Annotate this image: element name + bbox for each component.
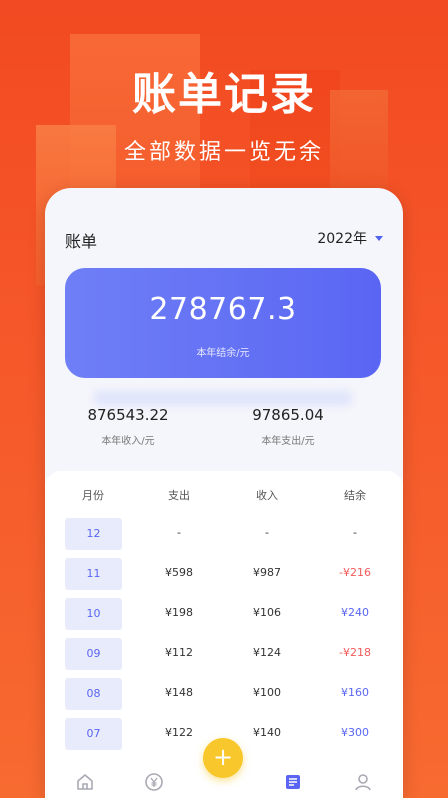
month-chip: 09 bbox=[65, 638, 122, 670]
income-cell: ¥124 bbox=[253, 646, 281, 659]
month-chip: 07 bbox=[65, 718, 122, 750]
bill-icon[interactable] bbox=[283, 772, 303, 792]
header-balance: 结余 bbox=[344, 489, 366, 502]
expense-cell: ¥598 bbox=[165, 566, 193, 579]
annual-balance-value: 278767.3 bbox=[149, 292, 297, 327]
income-label: 本年收入/元 bbox=[101, 436, 155, 447]
page-title: 账单 bbox=[65, 232, 98, 251]
year-value: 2022年 bbox=[317, 231, 367, 247]
home-icon[interactable] bbox=[75, 772, 95, 792]
income-cell: ¥106 bbox=[253, 606, 281, 619]
month-chip: 08 bbox=[65, 678, 122, 710]
annual-balance-label: 本年结余/元 bbox=[196, 348, 250, 359]
expense-value: 97865.04 bbox=[252, 406, 324, 424]
balance-cell: -¥216 bbox=[339, 566, 371, 579]
expense-cell: ¥122 bbox=[165, 726, 193, 739]
header-month: 月份 bbox=[82, 489, 104, 502]
balance-cell: ¥300 bbox=[341, 726, 369, 739]
month-chip: 12 bbox=[65, 518, 122, 550]
table-row[interactable]: 11 ¥598 ¥987 -¥216 bbox=[45, 558, 403, 590]
income-cell: ¥987 bbox=[253, 566, 281, 579]
expense-cell: ¥112 bbox=[165, 646, 193, 659]
balance-cell: ¥240 bbox=[341, 606, 369, 619]
expense-cell: - bbox=[177, 526, 181, 539]
balance-card: 278767.3 本年结余/元 bbox=[65, 268, 381, 378]
phone-screen: 账单 2022年 278767.3 本年结余/元 876543.22 本年收入/… bbox=[45, 188, 403, 798]
table-header: 月份 支出 收入 结余 bbox=[45, 487, 403, 503]
caret-down-icon bbox=[375, 235, 383, 241]
card-shadow bbox=[93, 390, 353, 406]
month-chip: 11 bbox=[65, 558, 122, 590]
promo-subtitle: 全部数据一览无余 bbox=[123, 140, 324, 165]
balance-cell: ¥160 bbox=[341, 686, 369, 699]
expense-cell: ¥148 bbox=[165, 686, 193, 699]
balance-cell: -¥218 bbox=[339, 646, 371, 659]
year-selector[interactable]: 2022年 bbox=[317, 228, 383, 248]
income-stat: 876543.22 本年收入/元 bbox=[48, 406, 208, 447]
income-cell: ¥140 bbox=[253, 726, 281, 739]
table-row[interactable]: 09 ¥112 ¥124 -¥218 bbox=[45, 638, 403, 670]
table-row[interactable]: 12 - - - bbox=[45, 518, 403, 550]
expense-cell: ¥198 bbox=[165, 606, 193, 619]
yuan-icon[interactable] bbox=[144, 772, 164, 792]
header-income: 收入 bbox=[256, 489, 278, 502]
header-expense: 支出 bbox=[168, 489, 190, 502]
promo-title: 账单记录 bbox=[132, 69, 316, 120]
income-cell: - bbox=[265, 526, 269, 539]
month-chip: 10 bbox=[65, 598, 122, 630]
profile-icon[interactable] bbox=[353, 772, 373, 792]
table-row[interactable]: 10 ¥198 ¥106 ¥240 bbox=[45, 598, 403, 630]
expense-label: 本年支出/元 bbox=[261, 436, 315, 447]
add-button[interactable]: + bbox=[203, 738, 243, 778]
table-row[interactable]: 08 ¥148 ¥100 ¥160 bbox=[45, 678, 403, 710]
expense-stat: 97865.04 本年支出/元 bbox=[208, 406, 368, 447]
income-value: 876543.22 bbox=[87, 406, 169, 424]
income-cell: ¥100 bbox=[253, 686, 281, 699]
balance-cell: - bbox=[353, 526, 357, 539]
